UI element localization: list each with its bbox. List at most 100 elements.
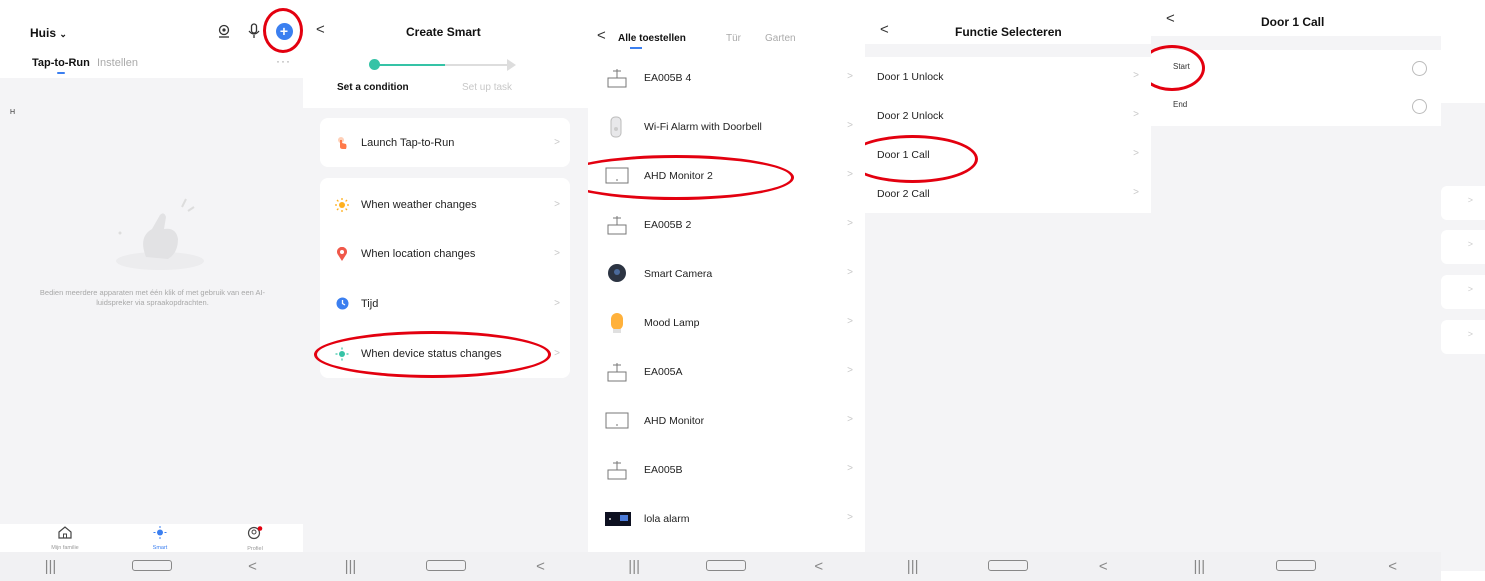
function-label: Door 2 Call	[877, 188, 930, 200]
back-button[interactable]: <	[1166, 10, 1175, 27]
function-row[interactable]: Door 1 Call >	[865, 135, 1151, 174]
nav-recent-button[interactable]: |||	[331, 558, 371, 575]
camera-icon	[605, 262, 629, 286]
nav-home-button[interactable]	[987, 558, 1028, 575]
gateway-icon	[605, 66, 629, 90]
tab-smart[interactable]: Smart	[130, 526, 190, 551]
tab-active-indicator	[630, 47, 642, 49]
plus-icon: +	[275, 22, 293, 40]
tab-my-family[interactable]: Mijn familie	[35, 526, 95, 551]
device-row[interactable]: AHD Monitor >	[588, 397, 865, 446]
chevron-right-icon: >	[554, 199, 560, 210]
progress-line-todo	[445, 64, 511, 66]
card-conditions: When weather changes > When location cha…	[320, 178, 570, 378]
function-row[interactable]: Door 2 Unlock >	[865, 96, 1151, 135]
device-row[interactable]: AHD Monitor 2 >	[588, 152, 865, 201]
gateway-icon	[605, 360, 629, 384]
tab-instellen[interactable]: Instellen	[97, 57, 138, 69]
tab-tur[interactable]: Tür	[726, 33, 741, 44]
strip-row[interactable]: >	[1441, 320, 1485, 354]
row-label: Launch Tap-to-Run	[361, 136, 455, 149]
page-title: Create Smart	[406, 25, 481, 39]
row-label: When location changes	[361, 247, 476, 260]
chevron-right-icon: >	[847, 267, 853, 278]
device-label: AHD Monitor 2	[644, 170, 713, 182]
chevron-right-icon: >	[1467, 195, 1473, 205]
chevron-right-icon: >	[554, 348, 560, 359]
device-row[interactable]: EA005B 2 >	[588, 201, 865, 250]
nav-recent-button[interactable]: |||	[614, 558, 654, 575]
location-pin-icon	[335, 246, 349, 261]
device-label: lola alarm	[644, 513, 690, 525]
strip-row[interactable]: >	[1441, 186, 1485, 220]
nav-back-button[interactable]: <	[799, 558, 839, 575]
nav-back-button[interactable]: <	[233, 558, 273, 575]
chevron-right-icon: >	[1467, 329, 1473, 339]
row-launch-tap-to-run[interactable]: Launch Tap-to-Run >	[320, 118, 570, 167]
row-device-status[interactable]: When device status changes >	[320, 329, 570, 378]
row-time[interactable]: Tijd >	[320, 279, 570, 328]
microphone-icon[interactable]	[245, 22, 263, 40]
add-smart-button[interactable]: +	[275, 22, 293, 40]
back-button[interactable]: <	[597, 27, 606, 44]
option-label: End	[1173, 100, 1188, 109]
chevron-right-icon: >	[847, 463, 853, 474]
radio-button[interactable]	[1412, 99, 1427, 114]
device-label: EA005A	[644, 366, 683, 378]
device-row[interactable]: Smart Camera >	[588, 250, 865, 299]
row-location[interactable]: When location changes >	[320, 229, 570, 278]
nav-home-button[interactable]	[425, 558, 466, 575]
back-button[interactable]: <	[316, 21, 325, 38]
nav-home-button[interactable]	[131, 558, 172, 575]
strip-row[interactable]: >	[1441, 230, 1485, 264]
function-row[interactable]: Door 2 Call >	[865, 174, 1151, 213]
device-row[interactable]: EA005B 4 >	[588, 54, 865, 103]
function-header: < Functie Selecteren	[865, 0, 1151, 44]
home-selector[interactable]: Huis ⌄	[30, 26, 67, 40]
home-icon	[58, 526, 72, 539]
strip-row[interactable]: >	[1441, 275, 1485, 309]
monitor-icon	[605, 409, 629, 433]
system-nav-bar: ||| <	[865, 552, 1151, 581]
tab-profile[interactable]: Profiel	[225, 526, 285, 552]
nav-back-button[interactable]: <	[521, 558, 561, 575]
device-row[interactable]: Wi-Fi Alarm with Doorbell >	[588, 103, 865, 152]
device-row[interactable]: lola alarm >	[588, 495, 865, 544]
device-row[interactable]: EA005A >	[588, 348, 865, 397]
radio-button[interactable]	[1412, 61, 1427, 76]
device-label: Mood Lamp	[644, 317, 700, 329]
nav-back-button[interactable]: <	[1373, 558, 1413, 575]
tab-tap-to-run[interactable]: Tap-to-Run	[32, 57, 90, 69]
device-row[interactable]: Mood Lamp >	[588, 299, 865, 348]
chevron-right-icon: >	[847, 365, 853, 376]
panel-door-1-call: < Door 1 Call Start End ||| <	[1151, 0, 1441, 581]
door-call-header: < Door 1 Call	[1151, 0, 1441, 36]
panel-select-function: < Functie Selecteren Door 1 Unlock > Doo…	[865, 0, 1151, 581]
scene-icon[interactable]	[215, 22, 233, 40]
option-end[interactable]: End	[1151, 88, 1441, 126]
more-icon[interactable]: ···	[276, 54, 291, 68]
tab-garten[interactable]: Garten	[765, 33, 796, 44]
system-nav-bar: ||| <	[588, 552, 865, 581]
function-row[interactable]: Door 1 Unlock >	[865, 57, 1151, 96]
nav-recent-button[interactable]: |||	[31, 558, 71, 575]
row-weather[interactable]: When weather changes >	[320, 180, 570, 229]
tab-all-devices[interactable]: Alle toestellen	[618, 33, 686, 44]
system-nav-bar: ||| <	[0, 552, 303, 581]
partial-screen-strip: > > > >	[1441, 0, 1485, 581]
back-button[interactable]: <	[880, 21, 889, 38]
lamp-icon	[605, 311, 629, 335]
function-list: Door 1 Unlock > Door 2 Unlock > Door 1 C…	[865, 57, 1151, 213]
nav-back-button[interactable]: <	[1083, 558, 1123, 575]
device-row[interactable]: EA005B >	[588, 446, 865, 495]
chevron-right-icon: >	[1133, 187, 1139, 198]
nav-home-button[interactable]	[1275, 558, 1316, 575]
nav-home-icon	[425, 560, 466, 571]
nav-home-button[interactable]	[706, 558, 747, 575]
tab-label: Smart	[152, 545, 168, 551]
nav-recent-button[interactable]: |||	[1179, 558, 1219, 575]
gateway-icon	[605, 213, 629, 237]
nav-recent-button[interactable]: |||	[893, 558, 933, 575]
option-start[interactable]: Start	[1151, 50, 1441, 88]
system-nav-bar: ||| <	[303, 552, 588, 581]
